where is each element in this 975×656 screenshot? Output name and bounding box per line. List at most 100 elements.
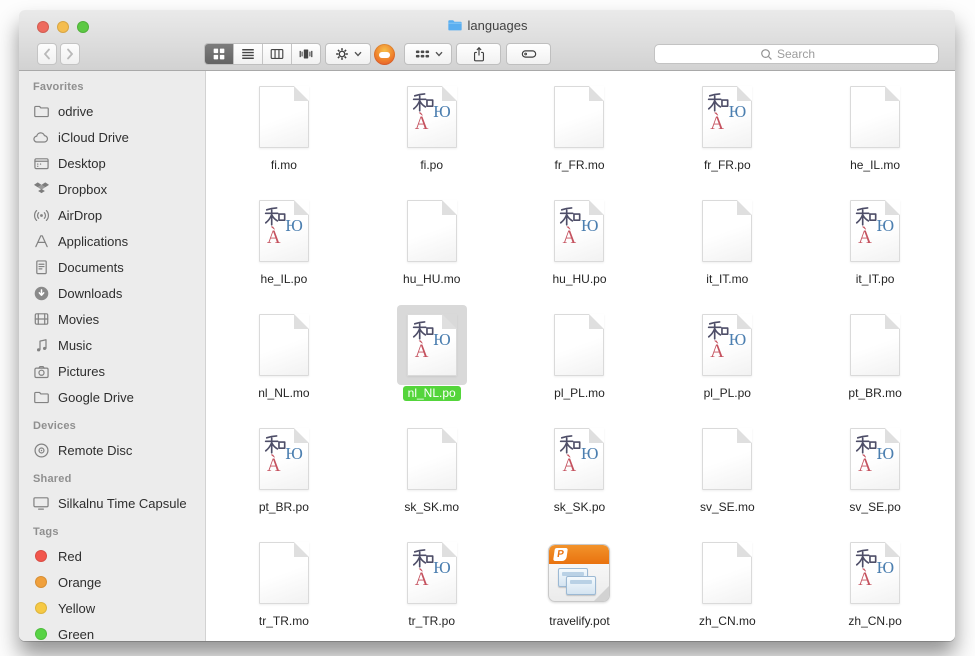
file-icon-area: ÀЮ xyxy=(249,419,319,499)
cyrillic-glyph: Ю xyxy=(877,558,894,578)
file-item-fr-fr-po[interactable]: ÀЮfr_FR.po xyxy=(653,75,801,189)
sidebar-item-silkalnu-time-capsule[interactable]: Silkalnu Time Capsule xyxy=(19,490,205,516)
file-item-fi-po[interactable]: ÀЮfi.po xyxy=(358,75,506,189)
movies-icon xyxy=(32,310,50,328)
odrive-toolbar-icon[interactable] xyxy=(374,44,395,65)
sidebar-item-movies[interactable]: Movies xyxy=(19,306,205,332)
file-item-pl-pl-po[interactable]: ÀЮpl_PL.po xyxy=(653,303,801,417)
file-item-he-il-po[interactable]: ÀЮhe_IL.po xyxy=(210,189,358,303)
file-icon-area: ÀЮ xyxy=(397,533,467,613)
sidebar-item-google-drive[interactable]: Google Drive xyxy=(19,384,205,410)
tags-button[interactable] xyxy=(506,43,551,65)
powerpoint-template-icon: P xyxy=(548,544,610,602)
sidebar-item-airdrop[interactable]: AirDrop xyxy=(19,202,205,228)
mo-file-icon xyxy=(554,86,604,148)
po-file-icon: ÀЮ xyxy=(554,200,604,262)
sidebar-item-applications[interactable]: Applications xyxy=(19,228,205,254)
sidebar-item-dropbox[interactable]: Dropbox xyxy=(19,176,205,202)
sidebar-item-icloud-drive[interactable]: iCloud Drive xyxy=(19,124,205,150)
file-item-tr-tr-mo[interactable]: tr_TR.mo xyxy=(210,531,358,641)
file-item-nl-nl-mo[interactable]: nl_NL.mo xyxy=(210,303,358,417)
file-name-label: it_IT.mo xyxy=(701,272,753,287)
coverflow-view-button[interactable] xyxy=(292,44,320,64)
file-item-hu-hu-mo[interactable]: hu_HU.mo xyxy=(358,189,506,303)
search-icon xyxy=(760,48,773,61)
action-menu-button[interactable] xyxy=(325,43,371,65)
cyrillic-glyph: Ю xyxy=(433,558,450,578)
tag-icon xyxy=(520,46,538,62)
forward-button[interactable] xyxy=(60,43,80,65)
sidebar-item-red[interactable]: Red xyxy=(19,543,205,569)
file-item-zh-cn-mo[interactable]: zh_CN.mo xyxy=(653,531,801,641)
file-item-tr-tr-po[interactable]: ÀЮtr_TR.po xyxy=(358,531,506,641)
icon-view-button[interactable] xyxy=(205,44,234,64)
file-item-sk-sk-po[interactable]: ÀЮsk_SK.po xyxy=(506,417,654,531)
sidebar-section-favorites: FavoritesodriveiCloud DriveDesktopDropbo… xyxy=(19,75,205,410)
file-item-he-il-mo[interactable]: he_IL.mo xyxy=(801,75,949,189)
sidebar-item-label: Documents xyxy=(58,260,124,275)
sidebar-item-orange[interactable]: Orange xyxy=(19,569,205,595)
dropbox-icon xyxy=(32,180,50,198)
file-item-fr-fr-mo[interactable]: fr_FR.mo xyxy=(506,75,654,189)
back-button[interactable] xyxy=(37,43,57,65)
search-input[interactable] xyxy=(777,47,833,61)
po-file-icon: ÀЮ xyxy=(259,428,309,490)
sidebar-section-title: Tags xyxy=(19,516,205,543)
sidebar-item-label: odrive xyxy=(58,104,93,119)
file-name-label: tr_TR.mo xyxy=(254,614,314,629)
cyrillic-glyph: Ю xyxy=(433,330,450,350)
file-item-sk-sk-mo[interactable]: sk_SK.mo xyxy=(358,417,506,531)
file-name-label: he_IL.po xyxy=(256,272,313,287)
sidebar-item-label: Downloads xyxy=(58,286,122,301)
sidebar-item-documents[interactable]: Documents xyxy=(19,254,205,280)
sidebar-item-downloads[interactable]: Downloads xyxy=(19,280,205,306)
music-icon xyxy=(32,336,50,354)
file-icon-area xyxy=(840,305,910,385)
cjk-glyph xyxy=(855,433,877,455)
arrange-menu-button[interactable] xyxy=(404,43,452,65)
file-item-fi-mo[interactable]: fi.mo xyxy=(210,75,358,189)
file-icon-area: ÀЮ xyxy=(544,191,614,271)
sidebar-item-desktop[interactable]: Desktop xyxy=(19,150,205,176)
share-button[interactable] xyxy=(456,43,501,65)
sidebar-item-yellow[interactable]: Yellow xyxy=(19,595,205,621)
desktop-icon xyxy=(32,154,50,172)
file-item-it-it-mo[interactable]: it_IT.mo xyxy=(653,189,801,303)
sidebar-item-label: Silkalnu Time Capsule xyxy=(58,496,187,511)
file-item-pl-pl-mo[interactable]: pl_PL.mo xyxy=(506,303,654,417)
window-titlebar[interactable]: languages xyxy=(19,10,955,71)
sidebar-item-pictures[interactable]: Pictures xyxy=(19,358,205,384)
file-name-label: sk_SK.mo xyxy=(399,500,464,515)
sidebar-section-tags: TagsRedOrangeYellowGreen xyxy=(19,516,205,641)
chevron-down-icon xyxy=(354,51,362,57)
cjk-glyph xyxy=(412,319,434,341)
column-view-button[interactable] xyxy=(263,44,292,64)
file-item-nl-nl-po[interactable]: ÀЮnl_NL.po xyxy=(358,303,506,417)
search-field[interactable] xyxy=(654,44,939,64)
coverflow-view-icon xyxy=(298,46,314,62)
mo-file-icon xyxy=(259,86,309,148)
file-item-it-it-po[interactable]: ÀЮit_IT.po xyxy=(801,189,949,303)
file-item-pt-br-mo[interactable]: pt_BR.mo xyxy=(801,303,949,417)
file-item-travelify-pot[interactable]: Ptravelify.pot xyxy=(506,531,654,641)
file-item-sv-se-po[interactable]: ÀЮsv_SE.po xyxy=(801,417,949,531)
file-item-zh-cn-po[interactable]: ÀЮzh_CN.po xyxy=(801,531,949,641)
file-item-pt-br-po[interactable]: ÀЮpt_BR.po xyxy=(210,417,358,531)
finder-window: languages xyxy=(19,10,955,641)
file-icon-area xyxy=(397,191,467,271)
mo-file-icon xyxy=(259,314,309,376)
sidebar-item-music[interactable]: Music xyxy=(19,332,205,358)
mo-file-icon xyxy=(407,428,457,490)
file-item-hu-hu-po[interactable]: ÀЮhu_HU.po xyxy=(506,189,654,303)
odrive-bar xyxy=(379,52,390,58)
po-file-icon: ÀЮ xyxy=(850,542,900,604)
file-name-label: hu_HU.mo xyxy=(398,272,465,287)
file-icon-area xyxy=(692,191,762,271)
sidebar-item-green[interactable]: Green xyxy=(19,621,205,641)
sidebar-item-odrive[interactable]: odrive xyxy=(19,98,205,124)
file-item-sv-se-mo[interactable]: sv_SE.mo xyxy=(653,417,801,531)
window-content: FavoritesodriveiCloud DriveDesktopDropbo… xyxy=(19,71,955,641)
list-view-button[interactable] xyxy=(234,44,263,64)
sidebar-item-remote-disc[interactable]: Remote Disc xyxy=(19,437,205,463)
icloud-icon xyxy=(32,128,50,146)
